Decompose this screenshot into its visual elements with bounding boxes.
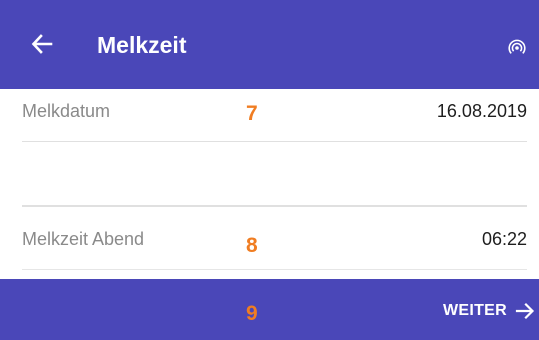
back-button[interactable]	[22, 24, 62, 64]
annotation-marker: 8	[246, 234, 258, 257]
app-bar: Melkzeit	[0, 0, 539, 89]
annotation-marker: 7	[246, 102, 258, 125]
arrow-left-icon	[31, 34, 53, 54]
weiter-button[interactable]: WEITER	[443, 296, 535, 326]
melkzeit-abend-value[interactable]: 06:22	[482, 229, 527, 250]
page-title: Melkzeit	[97, 32, 187, 58]
melkdatum-value[interactable]: 16.08.2019	[437, 101, 527, 122]
melkzeit-abend-row[interactable]: Melkzeit Abend 06:22	[22, 206, 527, 270]
melkdatum-row[interactable]: Melkdatum 16.08.2019	[22, 89, 527, 142]
wifi-tethering-icon	[508, 39, 526, 54]
annotation-marker: 9	[246, 302, 258, 325]
empty-row	[22, 142, 527, 206]
melkdatum-label: Melkdatum	[22, 101, 111, 121]
network-status-button[interactable]	[502, 33, 532, 61]
arrow-right-icon	[515, 302, 535, 320]
weiter-label: WEITER	[442, 302, 507, 319]
melkzeit-abend-label: Melkzeit Abend	[22, 229, 145, 249]
